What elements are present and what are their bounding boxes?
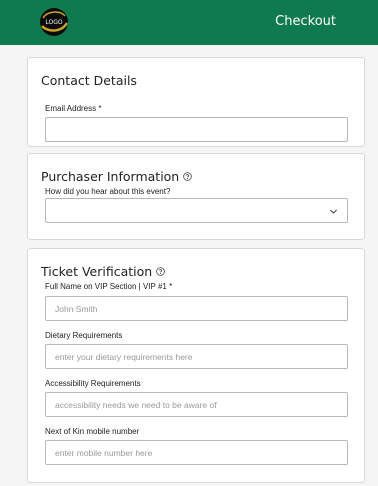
help-icon[interactable] [183, 172, 193, 181]
email-label: Email Address * [45, 104, 102, 113]
dietary-label: Dietary Requirements [45, 331, 123, 340]
email-input[interactable] [45, 117, 348, 142]
hear-about-select[interactable] [45, 198, 348, 223]
accessibility-input[interactable] [45, 392, 348, 417]
checkout-form: Contact Details Email Address * Purchase… [0, 45, 378, 486]
page-title: Checkout [275, 14, 336, 29]
full-name-input[interactable] [45, 296, 348, 321]
ticket-verification-title: Ticket Verification [41, 264, 153, 279]
purchaser-information-title: Purchaser Information [41, 169, 180, 184]
logo-text: LOGO [45, 19, 63, 26]
dietary-input[interactable] [45, 344, 348, 369]
accessibility-label: Accessibility Requirements [45, 379, 141, 388]
ticket-verification-title-row: Ticket Verification [41, 264, 165, 279]
purchaser-information-card: Purchaser Information How did you hear a… [27, 153, 365, 240]
chevron-down-icon [330, 209, 337, 214]
contact-details-card: Contact Details Email Address * [27, 57, 365, 147]
purchaser-information-title-row: Purchaser Information [41, 169, 193, 184]
help-icon[interactable] [156, 267, 165, 276]
next-of-kin-input[interactable] [45, 440, 348, 465]
ticket-verification-card: Ticket Verification Full Name on VIP Sec… [27, 248, 365, 483]
contact-details-title: Contact Details [41, 73, 137, 88]
full-name-label: Full Name on VIP Section | VIP #1 * [45, 282, 173, 291]
top-bar: LOGO Checkout [0, 0, 378, 45]
logo-icon[interactable]: LOGO [38, 6, 70, 38]
hear-about-label: How did you hear about this event? [45, 187, 171, 196]
next-of-kin-label: Next of Kin mobile number [45, 427, 140, 436]
